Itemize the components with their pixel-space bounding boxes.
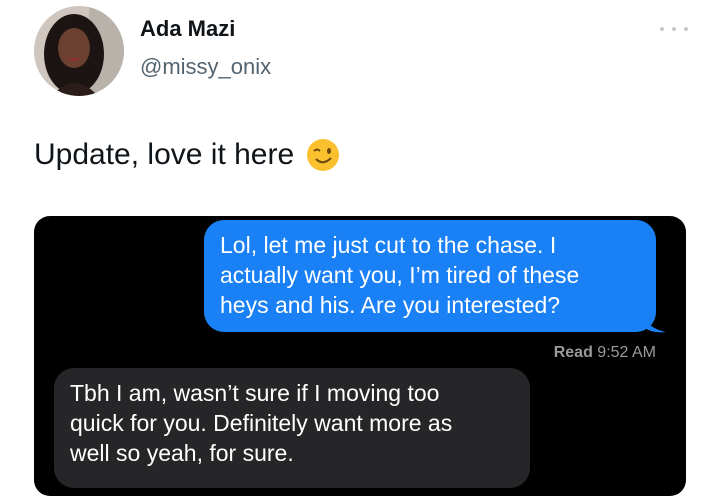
tweet-text: Update, love it here <box>34 138 340 172</box>
winking-face-icon <box>306 138 340 172</box>
sent-message-line: Lol, let me just cut to the chase. I <box>220 232 557 258</box>
read-receipt: Read 9:52 AM <box>554 344 656 362</box>
author-handle[interactable]: @missy_onix <box>140 54 271 80</box>
more-options-icon[interactable] <box>660 24 688 34</box>
received-message-bubble: Tbh I am, wasn’t sure if I moving too qu… <box>54 368 530 488</box>
sent-message-line: heys and his. Are you interested? <box>220 292 561 318</box>
read-receipt-label: Read <box>553 344 593 361</box>
sent-bubble-tail <box>642 312 666 333</box>
received-message-line: quick for you. Definitely want more as <box>70 410 453 436</box>
tweet-text-content: Update, love it here <box>34 138 295 171</box>
received-message-line: Tbh I am, wasn’t sure if I moving too <box>70 380 440 406</box>
author-display-name[interactable]: Ada Mazi <box>140 16 235 42</box>
avatar[interactable] <box>34 6 124 96</box>
sent-message-bubble: Lol, let me just cut to the chase. I act… <box>204 220 656 332</box>
read-receipt-time: 9:52 AM <box>597 344 656 361</box>
screenshot-media[interactable]: Lol, let me just cut to the chase. I act… <box>34 216 686 496</box>
received-message-line: well so yeah, for sure. <box>70 440 294 466</box>
sent-message-line: actually want you, I’m tired of these <box>220 262 580 288</box>
